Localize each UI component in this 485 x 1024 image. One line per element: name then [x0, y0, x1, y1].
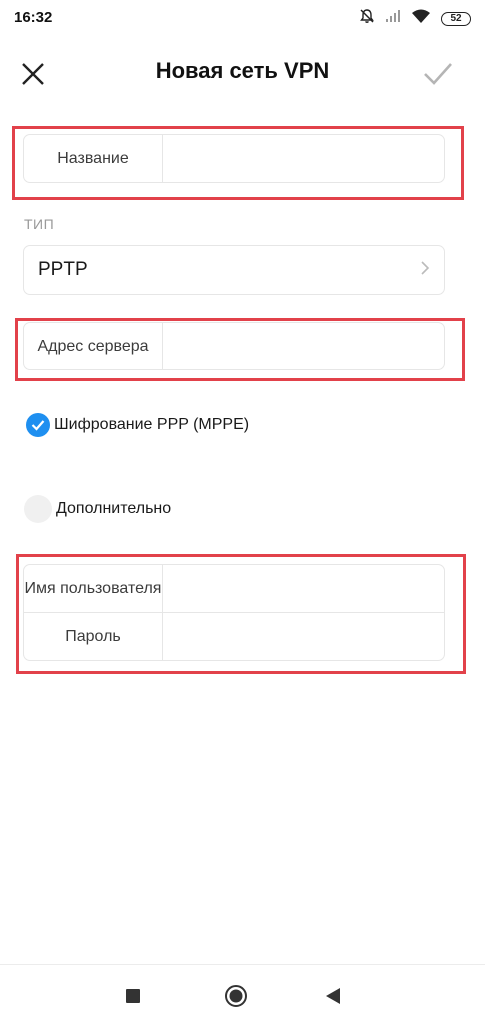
password-field-row[interactable]: Пароль: [24, 613, 444, 660]
name-field-row[interactable]: Название: [23, 134, 445, 183]
credentials-card: Имя пользователя Пароль: [23, 564, 445, 661]
type-section-label: ТИП: [24, 216, 55, 232]
advanced-checkbox[interactable]: Дополнительно: [24, 495, 171, 523]
recent-apps-icon[interactable]: [126, 989, 140, 1008]
page-title: Новая сеть VPN: [155, 58, 330, 83]
wifi-icon: [411, 9, 431, 29]
username-input[interactable]: [163, 565, 444, 612]
name-input[interactable]: [163, 135, 444, 182]
checkbox-checked-icon: [26, 413, 50, 437]
navigation-bar: [0, 964, 485, 1024]
signal-icon: [385, 9, 401, 28]
check-icon: [424, 63, 452, 85]
home-icon[interactable]: [224, 984, 248, 1013]
password-input[interactable]: [163, 613, 444, 660]
name-label: Название: [24, 135, 163, 182]
back-icon[interactable]: [326, 988, 340, 1009]
encryption-checkbox[interactable]: Шифрование PPP (MPPE): [26, 413, 249, 437]
chevron-right-icon: [420, 260, 430, 281]
server-field-row[interactable]: Адрес сервера: [23, 322, 445, 370]
password-label: Пароль: [24, 613, 163, 660]
battery-icon: 52: [441, 11, 471, 26]
type-select[interactable]: PPTP: [23, 245, 445, 295]
advanced-label: Дополнительно: [56, 500, 172, 517]
status-time: 16:32: [14, 9, 53, 26]
encryption-label: Шифрование PPP (MPPE): [54, 416, 250, 433]
confirm-button[interactable]: [423, 60, 453, 88]
server-label: Адрес сервера: [24, 323, 163, 369]
username-label: Имя пользователя: [24, 565, 163, 612]
status-icons: 52: [359, 8, 471, 29]
server-input[interactable]: [163, 323, 444, 369]
username-field-row[interactable]: Имя пользователя: [24, 565, 444, 613]
type-value: PPTP: [38, 259, 88, 280]
checkbox-unchecked-icon: [24, 495, 52, 523]
bell-off-icon: [359, 8, 375, 29]
